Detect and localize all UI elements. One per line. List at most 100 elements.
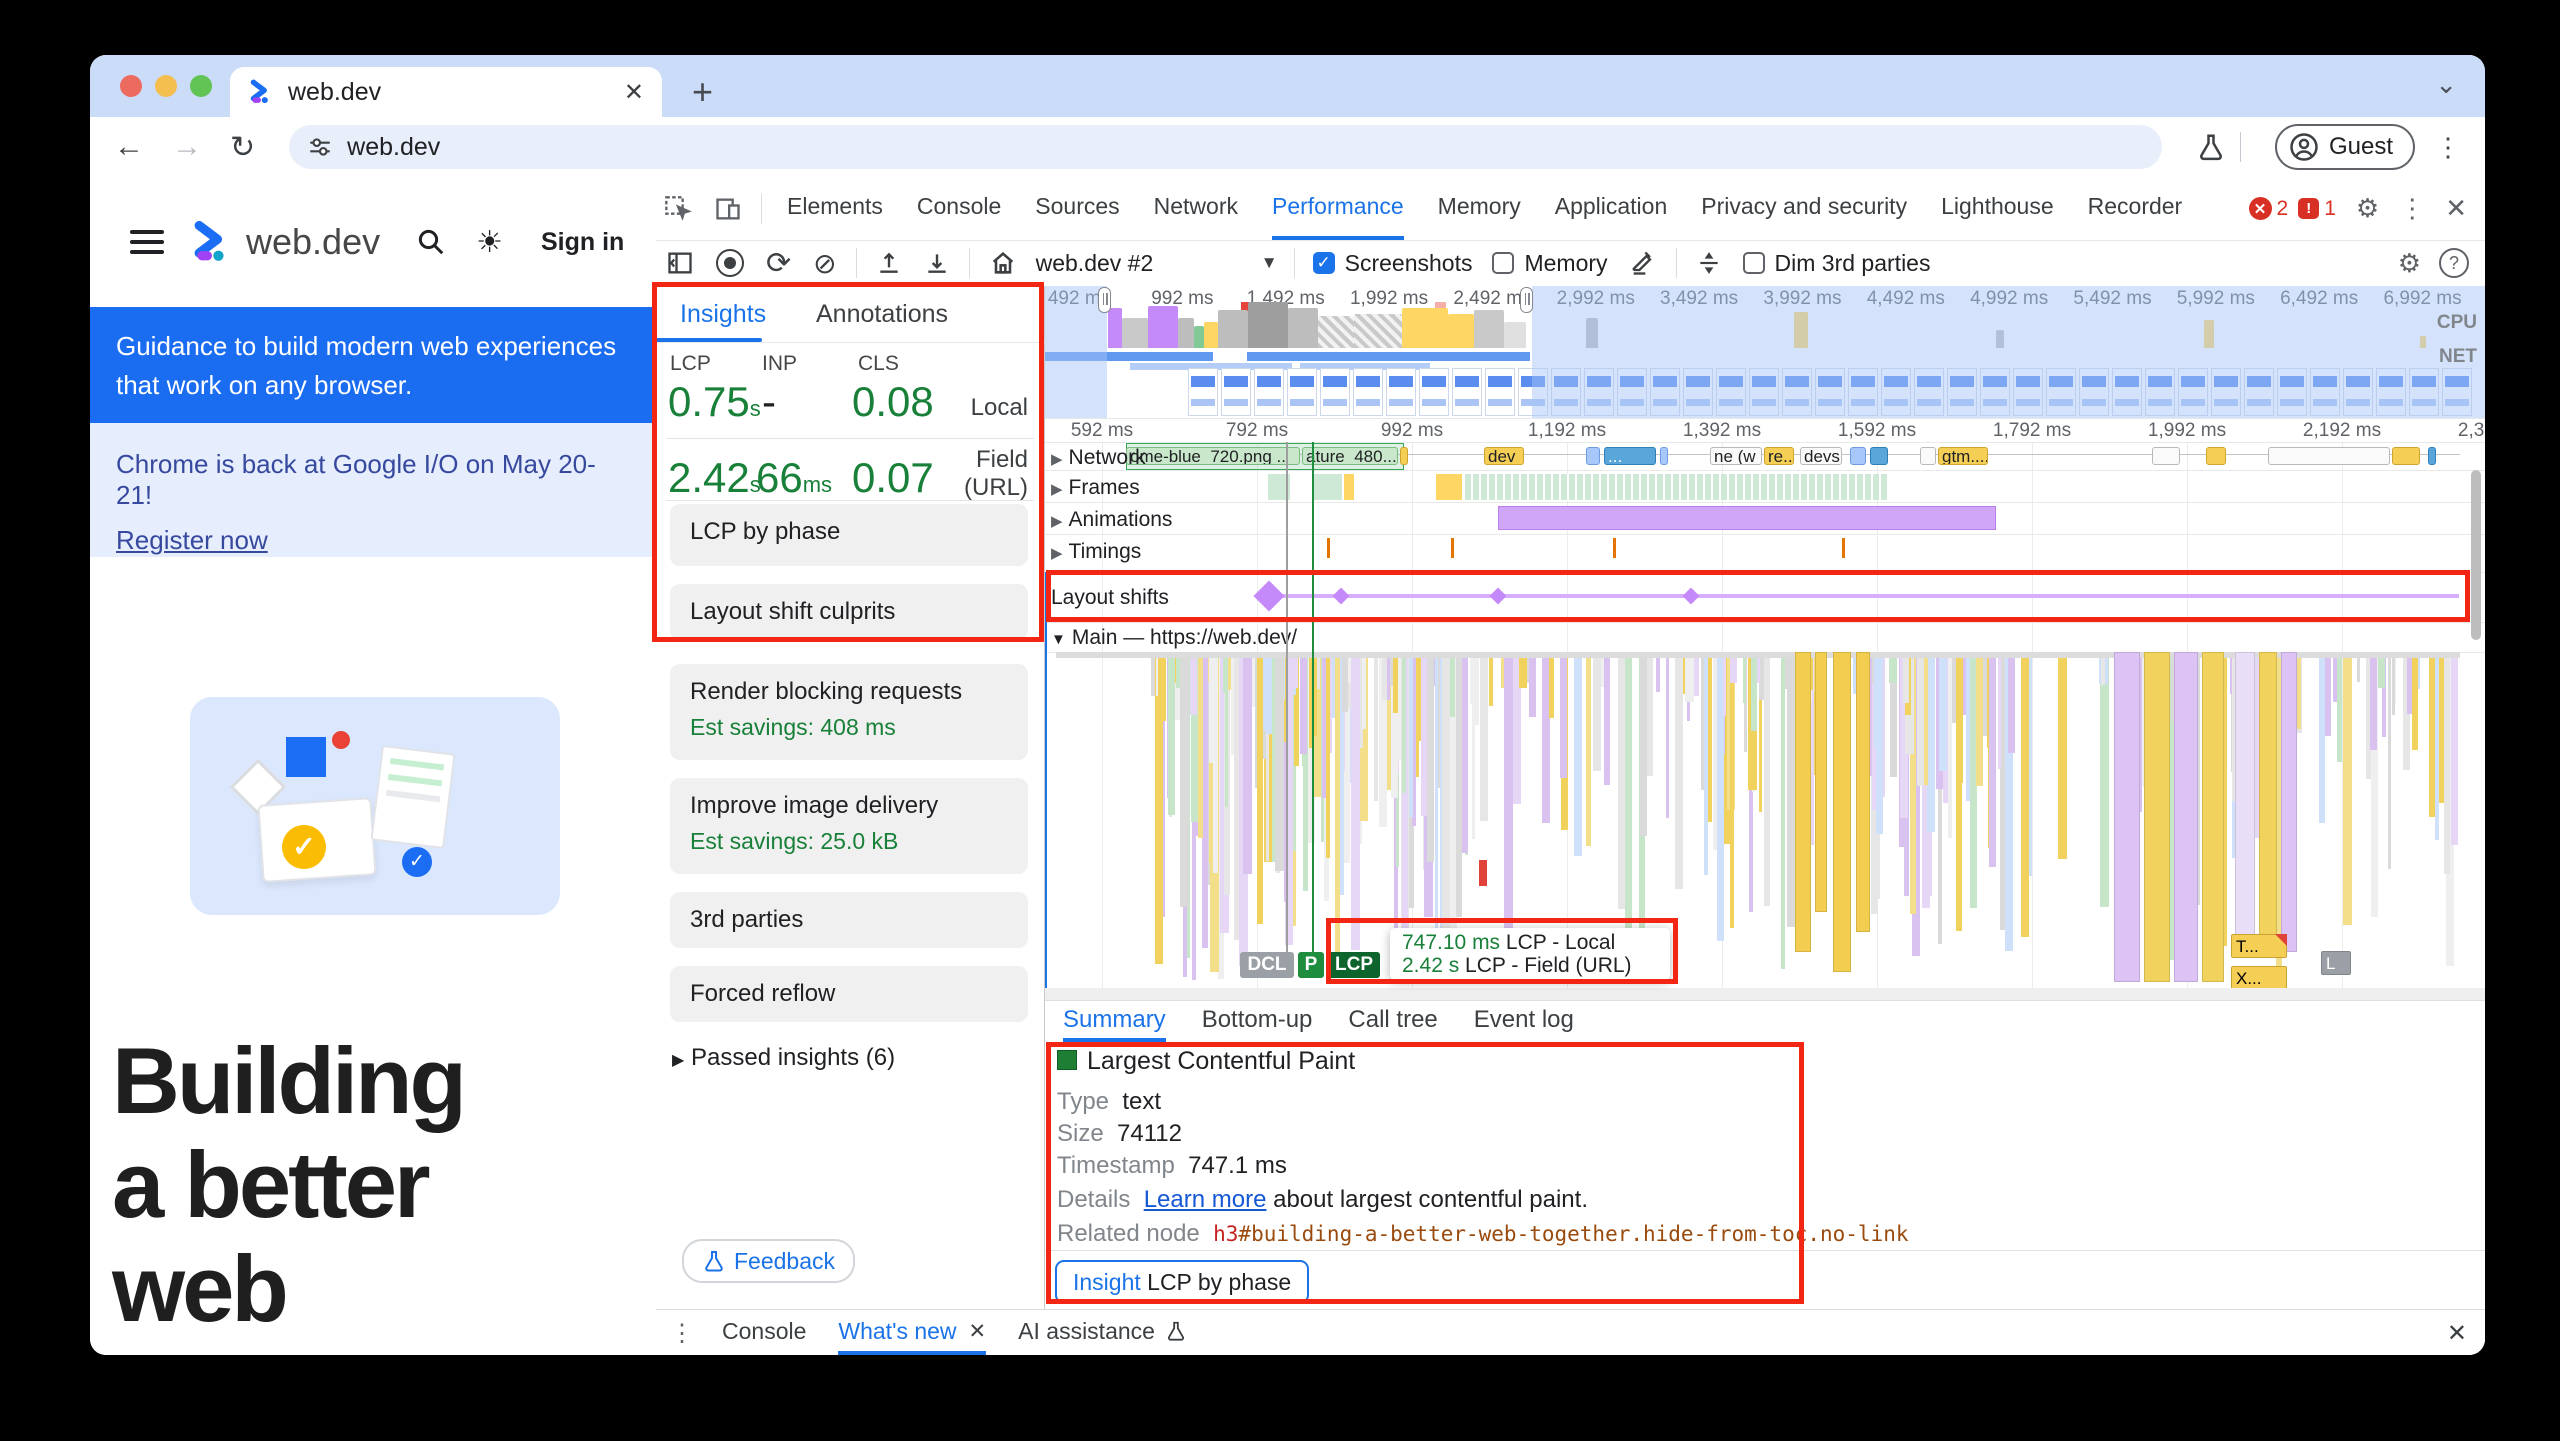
filmstrip-thumbnail[interactable] bbox=[1485, 368, 1515, 416]
vertical-scrollbar[interactable] bbox=[2471, 470, 2481, 640]
filmstrip-thumbnail[interactable] bbox=[1221, 368, 1251, 416]
memory-checkbox[interactable]: Memory bbox=[1492, 250, 1608, 277]
layout-shift-diamond[interactable] bbox=[1682, 587, 1700, 605]
network-request[interactable] bbox=[1920, 447, 1936, 465]
network-request[interactable]: re... bbox=[1764, 447, 1794, 465]
network-request[interactable]: devs bbox=[1800, 447, 1842, 465]
experiments-flask-icon[interactable] bbox=[2196, 132, 2226, 162]
network-request[interactable] bbox=[1400, 447, 1408, 465]
track-frames[interactable]: ▶ Frames bbox=[1051, 476, 1140, 500]
reload-icon[interactable]: ↻ bbox=[230, 130, 255, 165]
devtools-tab-lighthouse[interactable]: Lighthouse bbox=[1941, 177, 2054, 240]
flame-event-chip[interactable]: L bbox=[2321, 951, 2351, 975]
track-animations[interactable]: ▶ Animations bbox=[1051, 508, 1172, 532]
network-request[interactable] bbox=[2428, 447, 2436, 465]
track-network[interactable]: ▶ Network bbox=[1051, 446, 1146, 470]
horizontal-scrollbar[interactable] bbox=[1045, 988, 2485, 1000]
network-request[interactable]: ome-blue_720.png .. bbox=[1126, 447, 1300, 465]
insight-card[interactable]: Render blocking requests Est savings: 408… bbox=[670, 664, 1028, 760]
checkbox-checked-icon[interactable]: ✓ bbox=[1312, 252, 1335, 274]
filmstrip-thumbnail[interactable] bbox=[1287, 368, 1317, 416]
network-request[interactable] bbox=[1850, 447, 1866, 465]
site-settings-icon[interactable] bbox=[307, 134, 333, 160]
tab-annotations[interactable]: Annotations bbox=[816, 300, 948, 329]
maximize-window-button[interactable] bbox=[190, 75, 212, 97]
checkbox-unchecked-icon[interactable] bbox=[1492, 252, 1515, 274]
devtools-tab-network[interactable]: Network bbox=[1154, 177, 1238, 240]
drawer-kebab-icon[interactable]: ⋮ bbox=[670, 1319, 694, 1348]
site-brand[interactable]: web.dev bbox=[246, 221, 380, 263]
devtools-tab-console[interactable]: Console bbox=[917, 177, 1001, 240]
network-request[interactable]: dev bbox=[1484, 447, 1524, 465]
insight-card[interactable]: Layout shift culprits bbox=[670, 584, 1028, 640]
drawer-tab-ai-assistance[interactable]: AI assistance bbox=[1018, 1311, 1187, 1355]
devtools-tab-performance[interactable]: Performance bbox=[1272, 177, 1404, 240]
flame-event-chip[interactable]: X... bbox=[2231, 966, 2287, 990]
insight-chip-button[interactable]: Insight LCP by phase bbox=[1055, 1260, 1310, 1304]
devtools-settings-gear-icon[interactable]: ⚙ bbox=[2356, 193, 2379, 224]
insight-card[interactable]: 3rd parties bbox=[670, 892, 1028, 948]
garbage-collect-icon[interactable] bbox=[1629, 249, 1657, 277]
panel-settings-gear-icon[interactable]: ⚙ bbox=[2398, 248, 2421, 279]
lcp-marker-chip[interactable]: LCP bbox=[1328, 952, 1380, 978]
profile-select[interactable]: web.dev #2 ▼ bbox=[1036, 250, 1278, 277]
collapse-tracks-icon[interactable] bbox=[1696, 250, 1722, 276]
devtools-tab-elements[interactable]: Elements bbox=[787, 177, 883, 240]
details-tab-bottom-up[interactable]: Bottom-up bbox=[1202, 1002, 1313, 1042]
insight-card[interactable]: Forced reflow bbox=[670, 966, 1028, 1022]
learn-more-link[interactable]: Learn more bbox=[1144, 1186, 1267, 1213]
close-whats-new-icon[interactable]: ✕ bbox=[969, 1319, 987, 1344]
network-request[interactable]: ... bbox=[1604, 447, 1656, 465]
dim-3rd-parties-checkbox[interactable]: Dim 3rd parties bbox=[1742, 250, 1930, 277]
selection-handle-left[interactable] bbox=[1098, 287, 1111, 313]
minimize-window-button[interactable] bbox=[155, 75, 177, 97]
passed-insights-row[interactable]: ▶ Passed insights (6) bbox=[672, 1044, 895, 1072]
record-icon[interactable] bbox=[716, 249, 744, 277]
help-icon[interactable]: ? bbox=[2439, 248, 2469, 278]
layout-shift-diamond[interactable] bbox=[1489, 587, 1507, 605]
network-request[interactable]: gtm.... bbox=[1938, 447, 1988, 465]
devtools-tab-recorder[interactable]: Recorder bbox=[2088, 177, 2183, 240]
tab-close-icon[interactable]: ✕ bbox=[624, 78, 644, 107]
network-request[interactable] bbox=[2152, 447, 2180, 465]
theme-toggle-icon[interactable]: ☀ bbox=[476, 225, 503, 260]
browser-menu-kebab-icon[interactable]: ⋮ bbox=[2435, 132, 2461, 163]
network-request[interactable] bbox=[2392, 447, 2420, 465]
layout-shift-diamond[interactable] bbox=[1332, 587, 1350, 605]
drawer-tab-console[interactable]: Console bbox=[722, 1311, 806, 1355]
selection-handle-right[interactable] bbox=[1520, 287, 1533, 313]
related-node-link[interactable]: h3#building-a-better-web-together.hide-f… bbox=[1213, 1222, 1908, 1246]
screenshots-checkbox[interactable]: ✓ Screenshots bbox=[1312, 250, 1472, 277]
search-icon[interactable] bbox=[416, 227, 446, 257]
devtools-kebab-icon[interactable]: ⋮ bbox=[2399, 193, 2425, 224]
back-icon[interactable]: ← bbox=[114, 130, 144, 164]
feedback-button[interactable]: Feedback bbox=[682, 1239, 856, 1283]
register-now-link[interactable]: Register now bbox=[116, 525, 268, 556]
track-main[interactable]: ▼ Main — https://web.dev/ bbox=[1051, 626, 1297, 650]
site-logo-icon[interactable] bbox=[190, 220, 234, 264]
details-tab-call-tree[interactable]: Call tree bbox=[1348, 1002, 1437, 1042]
network-request[interactable]: ature_480... bbox=[1302, 447, 1398, 465]
filmstrip-thumbnail[interactable] bbox=[1452, 368, 1482, 416]
insight-card[interactable]: LCP by phase bbox=[670, 504, 1028, 566]
inspect-element-icon[interactable] bbox=[664, 195, 692, 223]
network-request[interactable] bbox=[2206, 447, 2226, 465]
tab-insights[interactable]: Insights bbox=[680, 300, 766, 329]
toggle-sidebar-icon[interactable] bbox=[666, 249, 694, 277]
sign-in-button[interactable]: Sign in bbox=[541, 228, 624, 257]
layout-shift-diamond[interactable] bbox=[1253, 580, 1285, 612]
network-request[interactable]: ne (w bbox=[1710, 447, 1762, 465]
console-errors-icon[interactable]: ✕ bbox=[2248, 197, 2272, 220]
insight-card[interactable]: Improve image delivery Est savings: 25.0 … bbox=[670, 778, 1028, 874]
network-request[interactable] bbox=[1586, 447, 1600, 465]
save-profile-icon[interactable] bbox=[924, 250, 950, 276]
error-count[interactable]: 2 bbox=[2277, 197, 2289, 221]
network-request[interactable] bbox=[2268, 447, 2390, 465]
details-tab-event-log[interactable]: Event log bbox=[1474, 1002, 1574, 1042]
network-request[interactable] bbox=[1870, 447, 1888, 465]
network-request[interactable] bbox=[1660, 447, 1668, 465]
issue-count[interactable]: 1 bbox=[2324, 197, 2336, 221]
filmstrip-thumbnail[interactable] bbox=[1254, 368, 1284, 416]
filmstrip-thumbnail[interactable] bbox=[1188, 368, 1218, 416]
clear-icon[interactable]: ⊘ bbox=[813, 247, 836, 280]
